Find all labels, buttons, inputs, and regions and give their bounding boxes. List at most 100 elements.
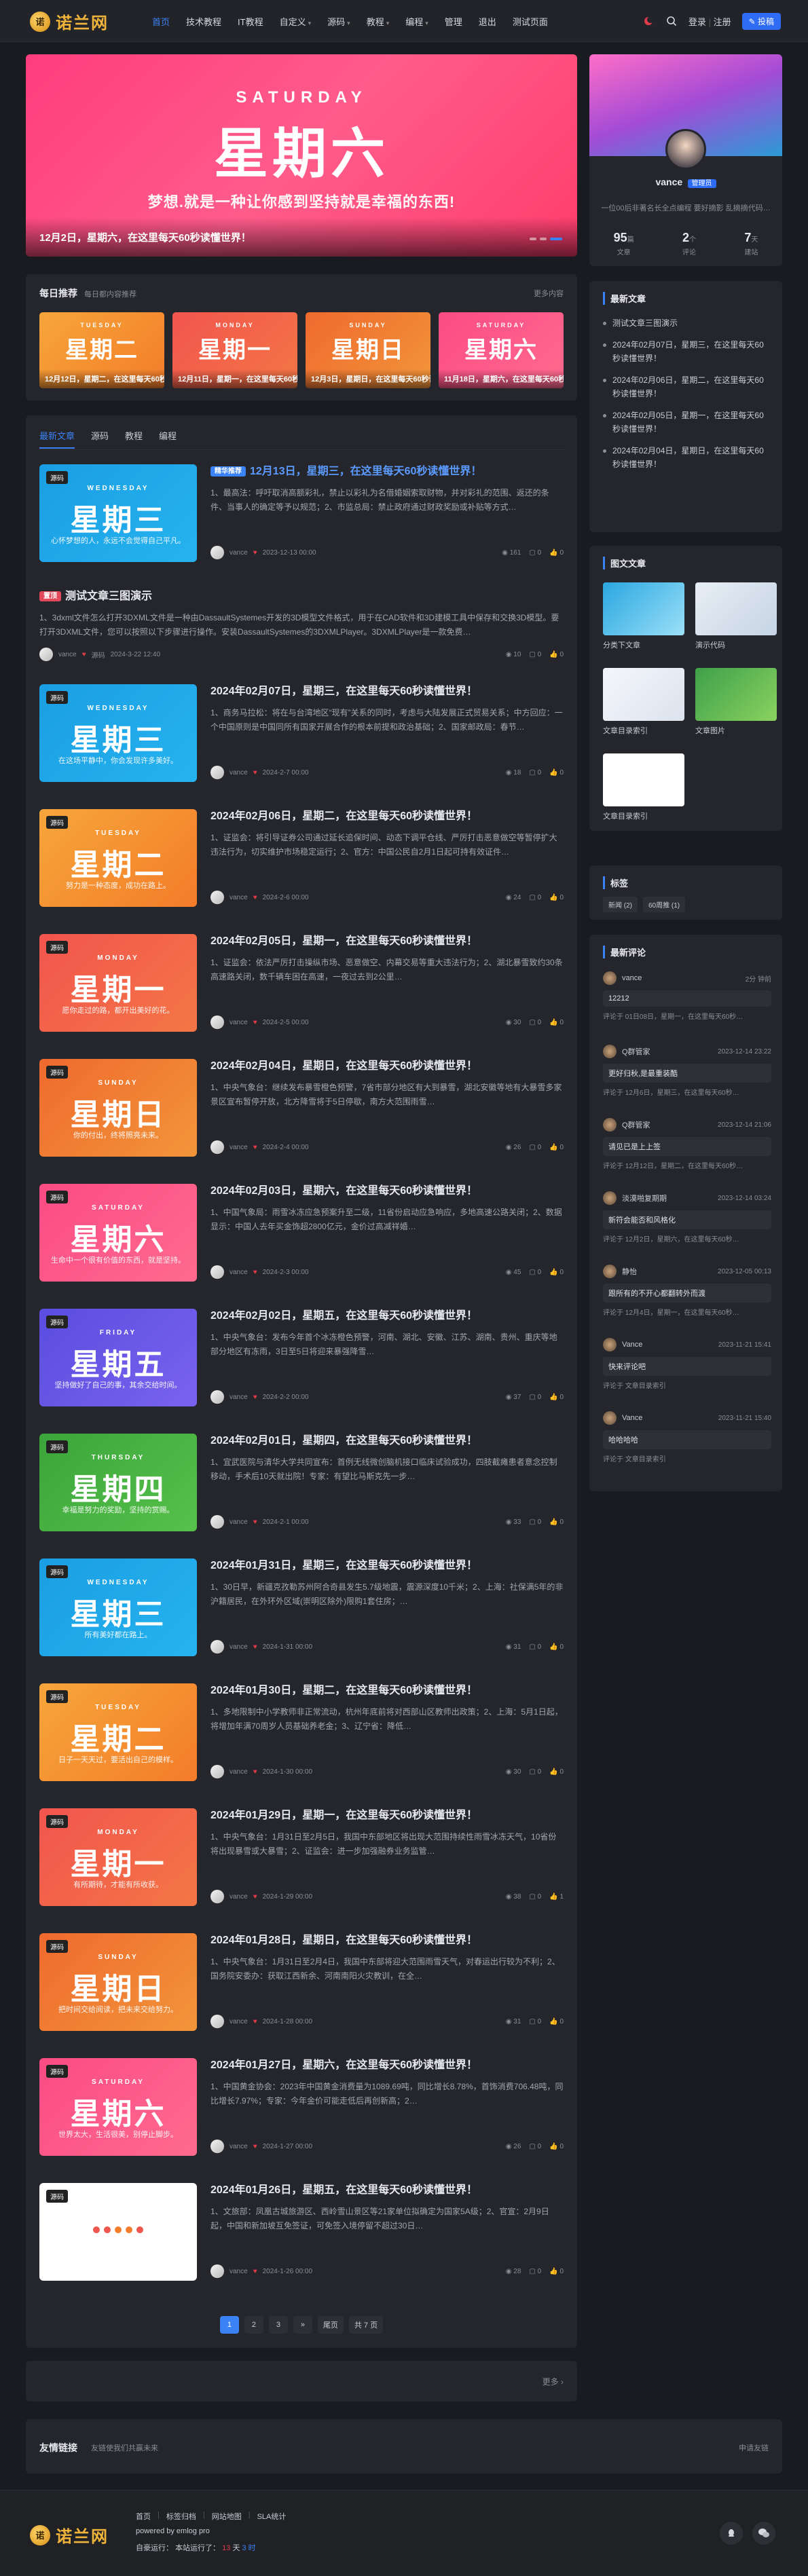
img-post-label[interactable]: 分类下文章: [603, 639, 684, 650]
avatar[interactable]: [665, 129, 706, 170]
latest-item[interactable]: 2024年02月07日，星期三，在这里每天60秒读懂世界！: [603, 338, 771, 365]
hero-caption[interactable]: 12月2日，星期六，在这里每天60秒读懂世界！: [26, 217, 577, 257]
img-post-thumb[interactable]: [603, 753, 684, 806]
author-avatar[interactable]: [210, 1140, 224, 1154]
apply-link[interactable]: 申请友链: [739, 2442, 769, 2453]
comment-item[interactable]: Q群管家 2023-12-14 23:22 更好归秋,是最重装酷 评论于 12月6日，…: [603, 1045, 771, 1097]
page-button[interactable]: »: [293, 2316, 312, 2334]
img-post[interactable]: 文章图片: [695, 668, 777, 736]
post-title[interactable]: 2024年02月06日，星期二，在这里每天60秒读懂世界！: [210, 809, 564, 824]
post-title[interactable]: 2024年01月26日，星期五，在这里每天60秒读懂世界！: [210, 2183, 564, 2198]
author-avatar[interactable]: [210, 546, 224, 559]
nav-item[interactable]: IT教程: [229, 15, 272, 28]
category-badge[interactable]: 源码: [46, 1066, 68, 1079]
footer-link[interactable]: 网站地图: [212, 2511, 242, 2522]
post-thumbnail[interactable]: WEDNESDAY 星期三 所有美好都在路上。 源码: [39, 1558, 197, 1656]
commenter-name[interactable]: Vance: [622, 1414, 642, 1422]
footer-logo[interactable]: 诺 诺兰网: [30, 2523, 109, 2547]
img-post-thumb[interactable]: [603, 582, 684, 635]
comment-item[interactable]: Vance 2023-11-21 15:40 哈哈哈哈 评论于 文章目录索引: [603, 1411, 771, 1463]
post-thumbnail[interactable]: MONDAY 星期一 愿你走过的路，都开出美好的花。 源码: [39, 934, 197, 1032]
daily-card[interactable]: TUESDAY 星期二 12月12日，星期二，在这里每天60秒读懂世界！: [39, 312, 164, 388]
post-thumbnail[interactable]: SATURDAY 星期六 生命中一个很有价值的东西，就是坚持。 源码: [39, 1184, 197, 1282]
page-button[interactable]: 尾页: [317, 2316, 344, 2334]
post-thumbnail[interactable]: WEDNESDAY 星期三 在这场平静中，你会发现许多美好。 源码: [39, 684, 197, 782]
img-post-label[interactable]: 文章图片: [695, 725, 777, 736]
latest-item[interactable]: 2024年02月04日，星期日，在这里每天60秒读懂世界！: [603, 444, 771, 471]
author-name[interactable]: vance: [229, 1269, 248, 1276]
nav-item[interactable]: 退出: [471, 15, 504, 28]
daily-more-link[interactable]: 更多内容: [534, 288, 564, 299]
tag-chip[interactable]: 新闻 (2): [603, 897, 638, 912]
category-badge[interactable]: 源码: [46, 816, 68, 829]
login-link[interactable]: 登录: [688, 17, 706, 27]
tab[interactable]: 最新文章: [39, 429, 75, 449]
author-avatar[interactable]: [210, 891, 224, 904]
post-title[interactable]: 2024年02月04日，星期日，在这里每天60秒读懂世界！: [210, 1059, 564, 1074]
nav-item[interactable]: 技术教程: [178, 15, 229, 28]
img-post-label[interactable]: 文章目录索引: [603, 725, 684, 736]
category-badge[interactable]: 源码: [46, 1940, 68, 1953]
post-title[interactable]: 2024年02月01日，星期四，在这里每天60秒读懂世界！: [210, 1434, 564, 1449]
page-button[interactable]: 共 7 页: [348, 2316, 384, 2334]
author-name[interactable]: vance: [229, 1643, 248, 1651]
page-button[interactable]: 1: [219, 2316, 239, 2334]
publish-button[interactable]: ✎ 投稿: [741, 12, 781, 30]
category-badge[interactable]: 源码: [46, 1440, 68, 1453]
post-title[interactable]: 2024年01月29日，星期一，在这里每天60秒读懂世界！: [210, 1808, 564, 1823]
comment-item[interactable]: 淡漠啪复期期 2023-12-14 03:24 新符会能否和风格化 评论于 12月2日…: [603, 1191, 771, 1244]
latest-item[interactable]: 2024年02月06日，星期二，在这里每天60秒读懂世界！: [603, 373, 771, 400]
author-name[interactable]: vance: [229, 894, 248, 901]
category-badge[interactable]: 源码: [46, 1191, 68, 1203]
daily-card[interactable]: SUNDAY 星期日 12月3日，星期日，在这里每天60秒读懂世界！: [306, 312, 430, 388]
post-title[interactable]: 2024年02月03日，星期六，在这里每天60秒读懂世界！: [210, 1184, 564, 1199]
category-badge[interactable]: 源码: [46, 2190, 68, 2203]
post-thumbnail[interactable]: SUNDAY 星期日 你的付出，终将照亮未来。 源码: [39, 1059, 197, 1157]
author-name[interactable]: vance: [229, 2018, 248, 2026]
post-title[interactable]: 2024年01月30日，星期二，在这里每天60秒读懂世界！: [210, 1683, 564, 1698]
post-item[interactable]: SATURDAY 星期六 世界太大，生活很美，别停止脚步。 源码 2024年01月27日…: [39, 2058, 564, 2167]
post-item[interactable]: THURSDAY 星期四 幸福是努力的奖励，坚持的赏赐。 源码 2024年02月01日，…: [39, 1434, 564, 1542]
author-name[interactable]: vance: [229, 1768, 248, 1776]
post-item[interactable]: TUESDAY 星期二 日子一天天过，要活出自己的模样。 源码 2024年01月30日，…: [39, 1683, 564, 1792]
footer-link[interactable]: 标签归档: [166, 2511, 196, 2522]
tab[interactable]: 教程: [125, 429, 143, 449]
wechat-icon[interactable]: [752, 2522, 775, 2545]
post-thumbnail[interactable]: TUESDAY 星期二 日子一天天过，要活出自己的模样。 源码: [39, 1683, 197, 1781]
site-logo[interactable]: 诺 诺兰网: [30, 10, 109, 33]
post-item[interactable]: 置顶 测试文章三图演示 1、3dxml文件怎么打开3DXML文件是一种由Dassau…: [39, 589, 564, 671]
category-badge[interactable]: 源码: [46, 691, 68, 704]
post-title[interactable]: 2024年02月05日，星期一，在这里每天60秒读懂世界！: [210, 934, 564, 949]
img-post-thumb[interactable]: [603, 668, 684, 721]
img-post-thumb[interactable]: [695, 582, 777, 635]
author-avatar[interactable]: [210, 1390, 224, 1404]
nav-item[interactable]: 教程 ▾: [359, 15, 398, 28]
author-name[interactable]: vance: [229, 1019, 248, 1026]
comment-item[interactable]: Vance 2023-11-21 15:41 快来评论吧 评论于 文章目录索引: [603, 1338, 771, 1390]
comment-item[interactable]: vance 2分 钟前 12212 评论于 01日08日，星期一，在这里每天60秒…: [603, 971, 771, 1021]
commenter-avatar[interactable]: [603, 1338, 617, 1351]
page-button[interactable]: 3: [268, 2316, 288, 2334]
tab[interactable]: 编程: [159, 429, 177, 449]
img-post-label[interactable]: 文章目录索引: [603, 810, 684, 821]
img-post-label[interactable]: 演示代码: [695, 639, 777, 650]
qq-icon[interactable]: [720, 2522, 743, 2545]
post-item[interactable]: WEDNESDAY 星期三 心怀梦想的人，永远不会觉得自己平凡。 源码 精华推荐 12月1…: [39, 464, 564, 573]
latest-item[interactable]: 测试文章三图演示: [603, 316, 771, 330]
post-thumbnail[interactable]: SUNDAY 星期日 把时间交给阅读，把未来交给努力。 源码: [39, 1933, 197, 2031]
post-item[interactable]: WEDNESDAY 星期三 在这场平静中，你会发现许多美好。 源码 2024年02月07…: [39, 684, 564, 793]
nav-item[interactable]: 首页: [144, 15, 178, 28]
nav-item[interactable]: 源码 ▾: [319, 15, 359, 28]
category-badge[interactable]: 源码: [46, 941, 68, 954]
commenter-name[interactable]: 淡漠啪复期期: [622, 1193, 667, 1203]
register-link[interactable]: 注册: [714, 17, 731, 27]
author-avatar[interactable]: [210, 2140, 224, 2153]
author-avatar[interactable]: [39, 648, 53, 661]
commenter-avatar[interactable]: [603, 1118, 617, 1132]
author-avatar[interactable]: [210, 1890, 224, 1903]
post-item[interactable]: 源码 2024年01月26日，星期五，在这里每天60秒读懂世界！ 1、文旅部：凤凰古…: [39, 2183, 564, 2292]
author-avatar[interactable]: [210, 1765, 224, 1778]
post-thumbnail[interactable]: 源码: [39, 2183, 197, 2281]
post-title[interactable]: 置顶 测试文章三图演示: [39, 589, 564, 604]
daily-card[interactable]: MONDAY 星期一 12月11日，星期一，在这里每天60秒读懂世界！: [172, 312, 297, 388]
